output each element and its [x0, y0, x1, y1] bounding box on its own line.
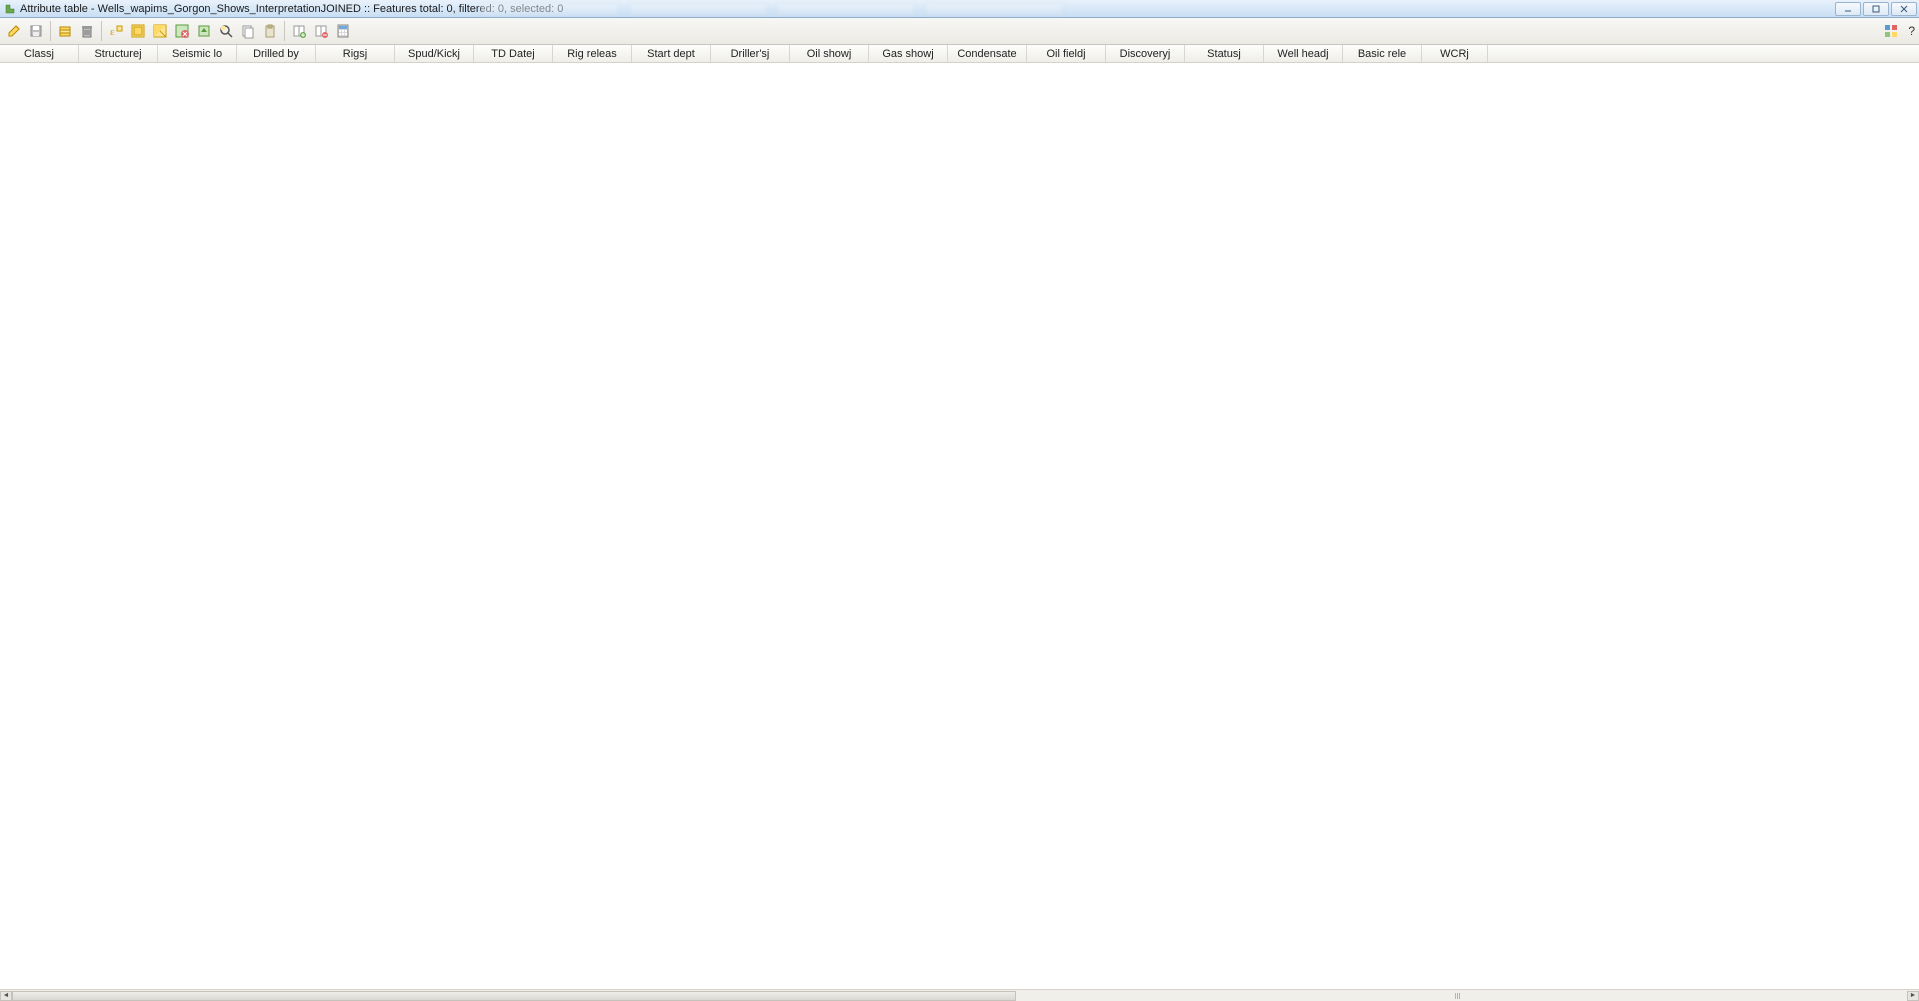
toolbar-separator [284, 21, 285, 41]
pan-to-selected-icon[interactable] [216, 21, 236, 41]
qgis-app-icon [4, 3, 16, 15]
deselect-all-icon[interactable] [172, 21, 192, 41]
column-header[interactable]: Rig releas [553, 45, 632, 62]
toolbar-separator [50, 21, 51, 41]
column-header[interactable]: Discoveryj [1106, 45, 1185, 62]
window-controls [1835, 0, 1917, 17]
column-header[interactable]: Oil fieldj [1027, 45, 1106, 62]
column-header[interactable]: Start dept [632, 45, 711, 62]
column-header[interactable]: Drilled by [237, 45, 316, 62]
delete-features-icon[interactable] [77, 21, 97, 41]
dock-attribute-table-icon[interactable] [1881, 21, 1901, 41]
column-header[interactable]: Well headj [1264, 45, 1343, 62]
table-body [0, 63, 1919, 989]
copy-selected-icon[interactable] [238, 21, 258, 41]
toggle-editing-icon[interactable] [4, 21, 24, 41]
scroll-right-arrow[interactable]: ► [1907, 991, 1919, 1001]
minimize-button[interactable] [1835, 2, 1861, 16]
close-button[interactable] [1891, 2, 1917, 16]
paste-features-icon[interactable] [260, 21, 280, 41]
column-header[interactable]: TD Datej [474, 45, 553, 62]
select-by-expression-icon[interactable]: ε [106, 21, 126, 41]
svg-text:ε: ε [110, 26, 115, 38]
delete-selected-icon[interactable] [55, 21, 75, 41]
scroll-thumb[interactable] [12, 991, 1016, 1001]
help-button[interactable]: ? [1908, 24, 1915, 38]
invert-selection-icon[interactable] [150, 21, 170, 41]
column-header[interactable]: Statusj [1185, 45, 1264, 62]
column-header[interactable]: Classj [0, 45, 79, 62]
save-edits-icon[interactable] [26, 21, 46, 41]
column-header[interactable]: Seismic lo [158, 45, 237, 62]
column-header[interactable]: Driller'sj [711, 45, 790, 62]
column-header[interactable]: Oil showj [790, 45, 869, 62]
column-header[interactable]: Condensate [948, 45, 1027, 62]
delete-column-icon[interactable] [311, 21, 331, 41]
toolbar-separator [101, 21, 102, 41]
horizontal-scrollbar[interactable]: ◄ ► [0, 989, 1919, 1001]
maximize-button[interactable] [1863, 2, 1889, 16]
column-header[interactable]: Rigsj [316, 45, 395, 62]
toolbar: ε ? [0, 18, 1919, 45]
field-calculator-icon[interactable] [333, 21, 353, 41]
select-all-icon[interactable] [128, 21, 148, 41]
scroll-left-arrow[interactable]: ◄ [0, 991, 12, 1001]
column-header[interactable]: WCRj [1422, 45, 1488, 62]
scroll-track[interactable] [12, 991, 1907, 1001]
column-header[interactable]: Gas showj [869, 45, 948, 62]
move-selection-to-top-icon[interactable] [194, 21, 214, 41]
new-column-icon[interactable] [289, 21, 309, 41]
column-header[interactable]: Spud/Kickj [395, 45, 474, 62]
column-header[interactable]: Structurej [79, 45, 158, 62]
column-header[interactable]: Basic rele [1343, 45, 1422, 62]
column-header-row: ClassjStructurejSeismic loDrilled byRigs… [0, 45, 1919, 63]
titlebar: Attribute table - Wells_wapims_Gorgon_Sh… [0, 0, 1919, 18]
background-blurred-tabs [480, 0, 1064, 18]
